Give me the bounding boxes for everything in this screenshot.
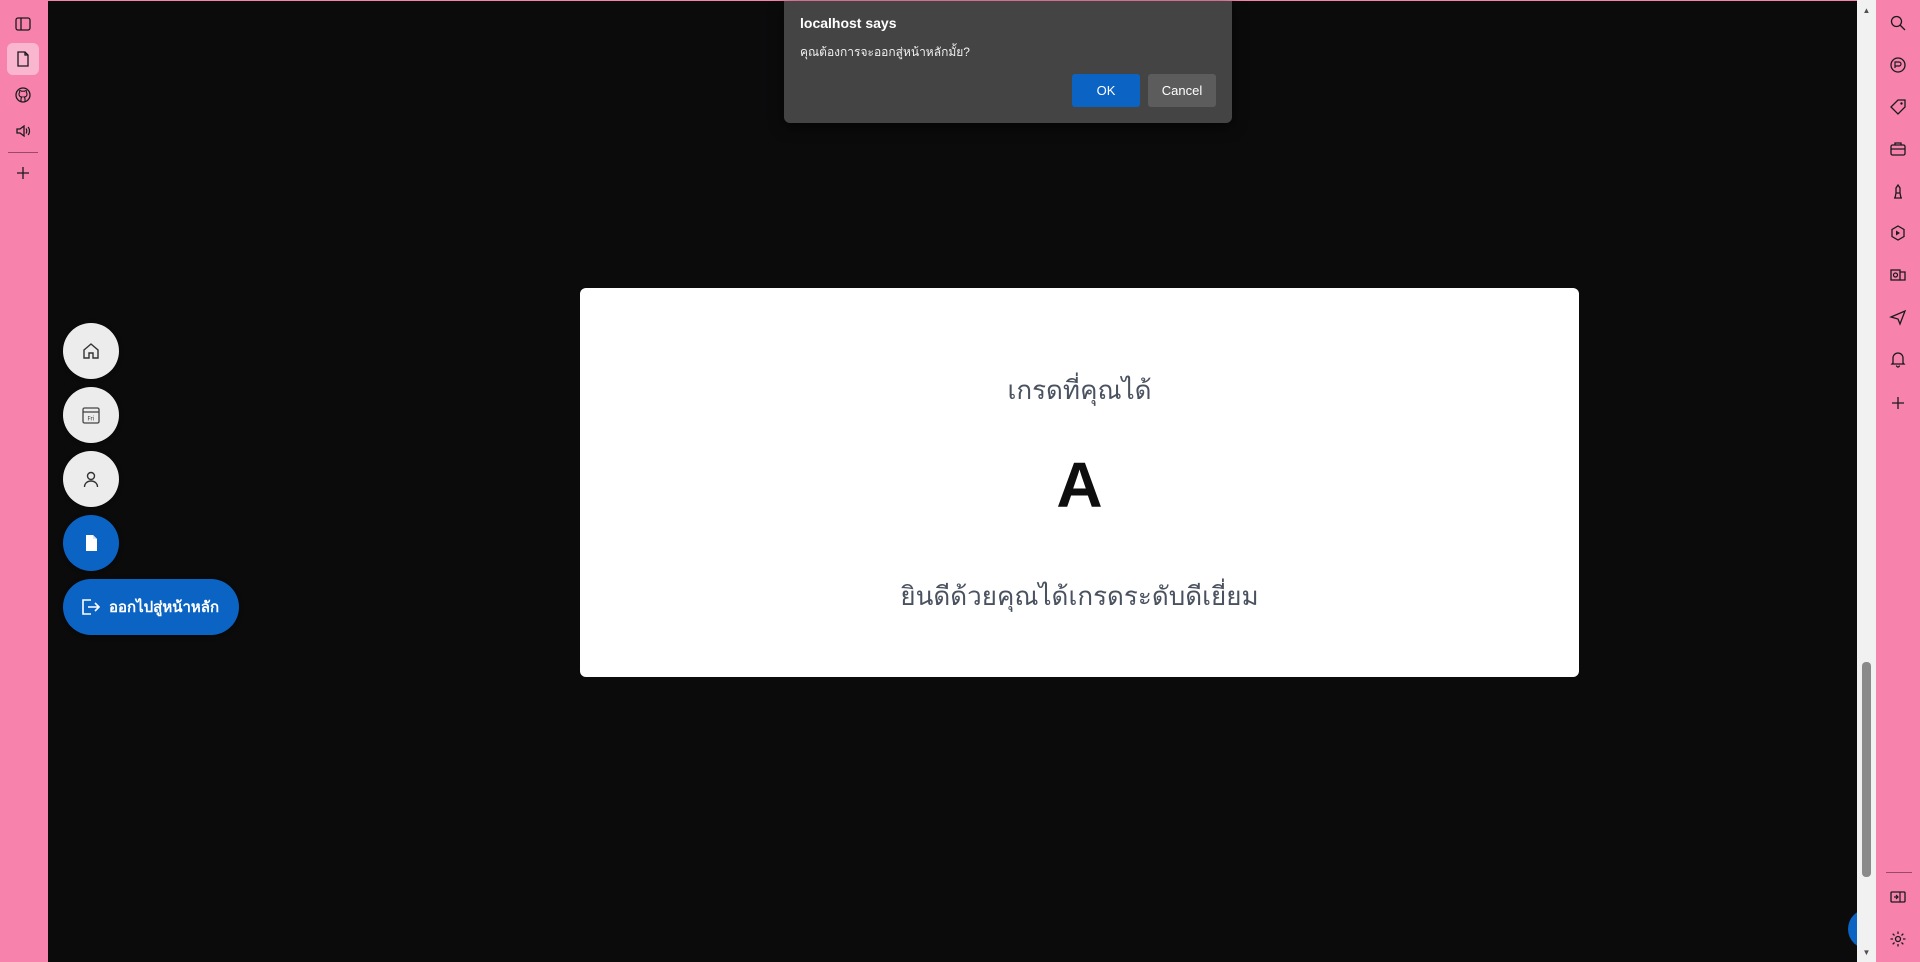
scroll-up-arrow[interactable]: ▲ [1857,2,1876,18]
speaker-icon [16,124,31,138]
calendar-icon: Fri [82,407,100,424]
github-icon [15,87,31,103]
document-icon [17,51,29,67]
sidebar-notifications-button[interactable] [1884,345,1912,373]
sidebar-add-button-right[interactable] [1884,389,1912,417]
sidebar-tab-document[interactable] [7,43,39,75]
sidebar-tools-button[interactable] [1884,135,1912,163]
home-icon [83,343,99,359]
alert-dialog: localhost says คุณต้องการจะออกสู่หน้าหลั… [784,1,1232,123]
copilot-icon [1890,57,1906,73]
plus-icon [1892,397,1904,409]
person-icon [83,471,99,488]
logout-icon [82,599,101,615]
exit-to-main-button[interactable]: ออกไปสู่หน้าหลัก [63,579,239,635]
sidebar-divider [8,152,38,153]
chess-icon [1894,183,1902,199]
settings-icon [1890,931,1906,947]
exit-button-label: ออกไปสู่หน้าหลัก [109,599,220,616]
right-browser-sidebar [1876,0,1920,962]
left-browser-sidebar [0,0,48,962]
sidebar-toggle-icon [15,17,31,31]
sidebar-search-button[interactable] [1884,9,1912,37]
sidebar-toggle-button[interactable] [7,8,39,40]
plus-icon [17,167,29,179]
sidebar-divider-right [1886,872,1912,873]
dialog-ok-button[interactable]: OK [1072,74,1140,107]
nav-profile-button[interactable] [63,451,119,507]
calendar-day-text: Fri [87,416,94,423]
scroll-down-arrow[interactable]: ▼ [1857,944,1876,960]
nav-home-button[interactable] [63,323,119,379]
sidebar-send-button[interactable] [1884,303,1912,331]
sidebar-outlook-button[interactable] [1884,261,1912,289]
scrollbar-thumb[interactable] [1862,662,1871,877]
grade-letter: A [1056,449,1103,521]
nav-calendar-button[interactable]: Fri [63,387,119,443]
dialog-message: คุณต้องการจะออกสู่หน้าหลักมั้ย? [800,45,970,59]
grade-message: ยินดีด้วยคุณได้เกรดระดับดีเยี่ยม [900,581,1259,611]
search-icon [1890,15,1906,31]
sidebar-shopping-button[interactable] [1884,93,1912,121]
nav-document-button[interactable] [63,515,119,571]
briefcase-icon [1890,142,1906,156]
sidebar-split-button[interactable] [1884,883,1912,911]
sidebar-tab-audio[interactable] [7,115,39,147]
sidebar-games-button[interactable] [1884,177,1912,205]
page-content: เกรดที่คุณได้ A ยินดีด้วยคุณได้เกรดระดับ… [48,0,1888,962]
sidebar-office-button[interactable] [1884,219,1912,247]
tag-icon [1890,99,1906,115]
send-icon [1889,309,1907,326]
sidebar-settings-button[interactable] [1884,925,1912,953]
sidebar-add-button[interactable] [7,157,39,189]
games-icon [1891,225,1905,241]
grade-card: เกรดที่คุณได้ A ยินดีด้วยคุณได้เกรดระดับ… [580,288,1579,677]
document-icon [86,535,97,551]
sidebar-copilot-button[interactable] [1884,51,1912,79]
dialog-title: localhost says [800,15,897,31]
split-screen-icon [1890,891,1906,903]
bell-icon [1890,352,1906,368]
outlook-icon [1890,269,1906,281]
sidebar-tab-github[interactable] [7,79,39,111]
grade-title: เกรดที่คุณได้ [1007,375,1152,405]
page-scrollbar[interactable]: ▲ ▼ [1857,0,1876,962]
dialog-cancel-button[interactable]: Cancel [1148,74,1216,107]
